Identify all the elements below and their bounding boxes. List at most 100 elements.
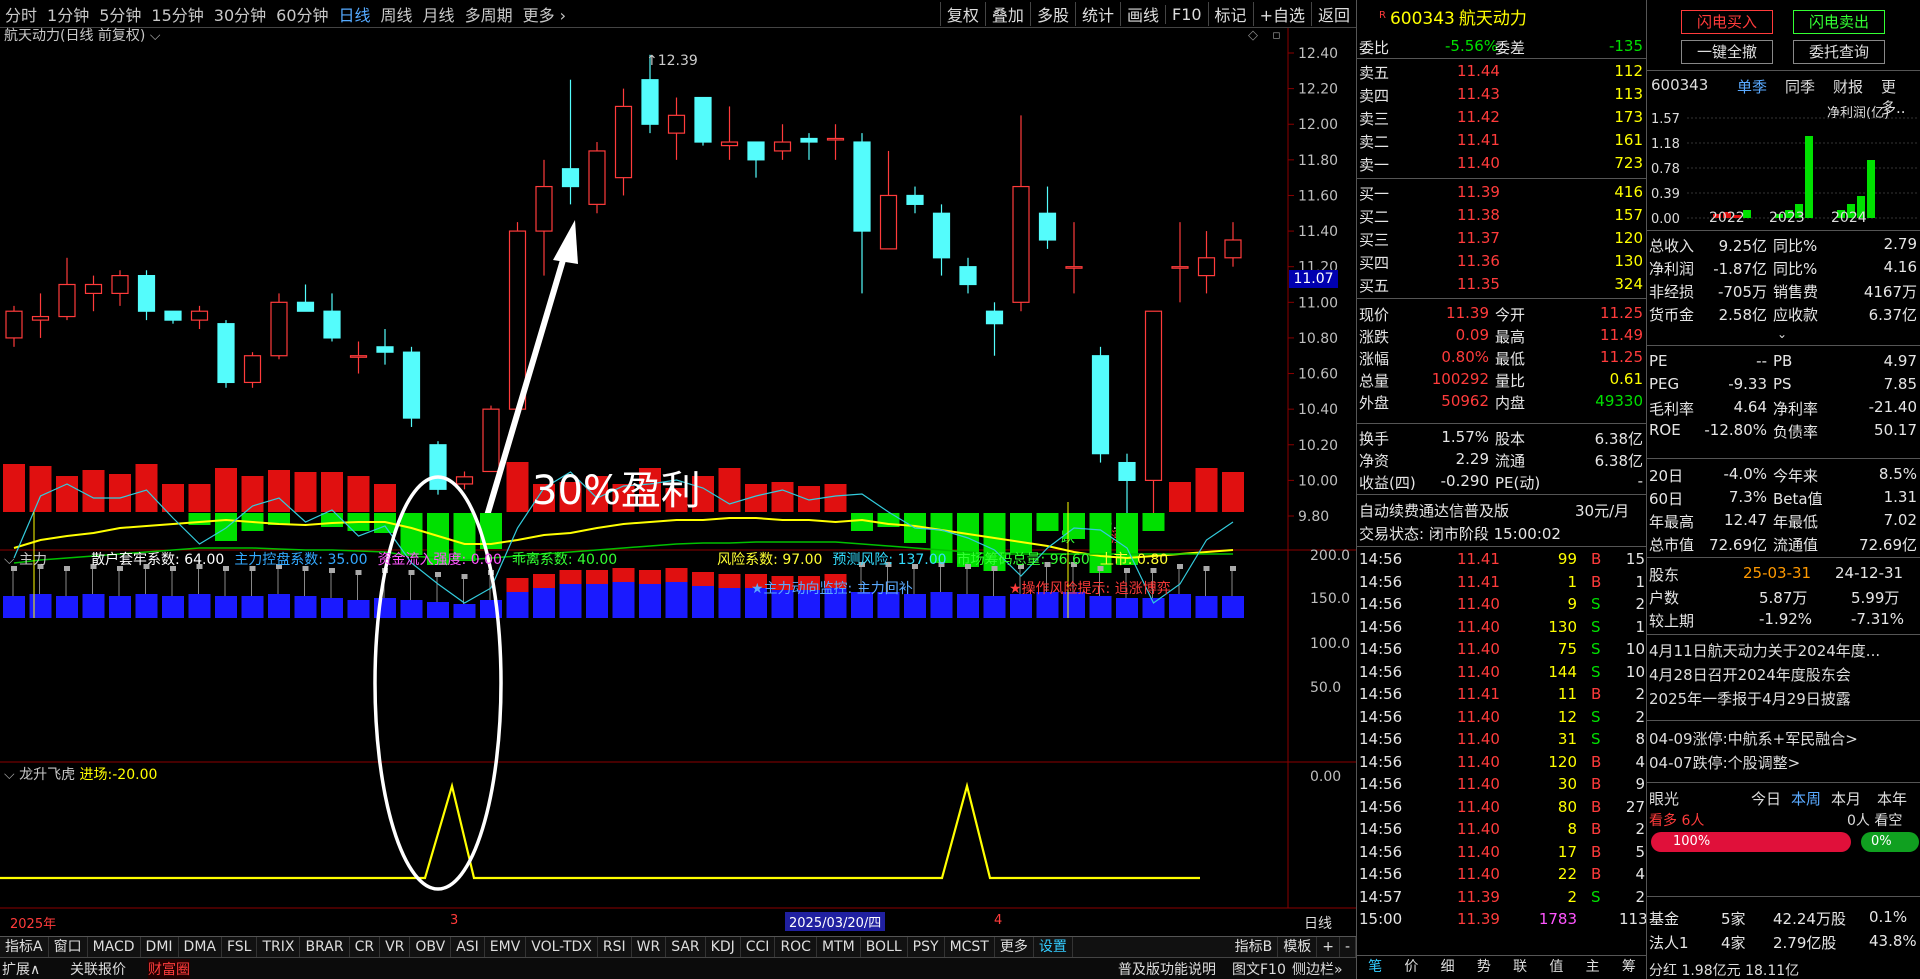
tool-button-2[interactable]: 多股 (1029, 2, 1075, 26)
ind1-volume-bar (188, 594, 211, 618)
cancel-all-button[interactable]: 一键全撤 (1681, 40, 1773, 64)
stat-row-0-bv: 11.25 (1600, 304, 1643, 322)
news-item-2[interactable]: 2025年一季报于4月29日披露 (1649, 688, 1851, 709)
indicator-tab-4[interactable]: DMA (179, 937, 222, 958)
period-tab-0[interactable]: 分时 (0, 2, 42, 26)
fin-row3-0-b: 今年来 (1773, 467, 1819, 485)
period-tab-1[interactable]: 1分钟 (42, 2, 94, 26)
period-tab-2[interactable]: 5分钟 (94, 2, 146, 26)
bottom-link-0[interactable]: 扩展∧ (2, 959, 40, 979)
stat-row-4-b: 内盘 (1495, 394, 1526, 412)
indicator-tab-13[interactable]: VOL-TDX (526, 937, 598, 958)
news-item-0[interactable]: 4月11日航天动力关于2024年度... (1649, 640, 1880, 661)
chevron-down-icon[interactable]: ⌵ (4, 552, 19, 568)
indicator-tab-6[interactable]: TRIX (257, 937, 301, 958)
bottom-right-0[interactable]: 普及版功能说明 (1118, 959, 1216, 979)
bottom-right-2[interactable]: 侧边栏» (1292, 959, 1343, 979)
flash-buy-button[interactable]: 闪电买入 (1681, 10, 1773, 34)
period-tab-10[interactable]: 更多 › (518, 2, 572, 26)
indicator-tab-9[interactable]: VR (380, 937, 411, 958)
fin-tab-1[interactable]: 同季 (1785, 76, 1815, 97)
indicator-tab-0[interactable]: 指标A (0, 937, 49, 958)
indicator-tab-7[interactable]: BRAR (300, 937, 350, 958)
period-tab-5[interactable]: 60分钟 (271, 2, 333, 26)
tick-row-8-bs: S (1591, 730, 1601, 748)
eye-tab-3[interactable]: 本年 (1877, 788, 1907, 809)
fin-code: 600343 (1651, 76, 1709, 94)
tool-button-1[interactable]: 叠加 (984, 2, 1030, 26)
indicator-tab-19[interactable]: ROC (775, 937, 817, 958)
ind1-volume-bar (294, 596, 317, 618)
indicator-tab-2[interactable]: MACD (88, 937, 141, 958)
stat-row-3: 总量 100292 量比 0.61 (1357, 368, 1647, 390)
indicator-tab-20[interactable]: MTM (817, 937, 861, 958)
quote-tab-5[interactable]: 值 (1538, 956, 1574, 979)
quote-tab-0[interactable]: 笔 (1357, 956, 1393, 979)
indicator-tab-25[interactable]: 设置 (1034, 937, 1073, 958)
indicator-right-0[interactable]: 指标B (1230, 937, 1279, 958)
period-tab-7[interactable]: 周线 (376, 2, 418, 26)
indicator-right-1[interactable]: 模板 (1278, 937, 1318, 958)
bottom-right-1[interactable]: 图文F10 (1232, 959, 1286, 979)
tool-button-4[interactable]: 画线 (1119, 2, 1165, 26)
fin-tab-0[interactable]: 单季 (1737, 76, 1767, 97)
flash-sell-button[interactable]: 闪电卖出 (1793, 10, 1885, 34)
panel-expand-icon[interactable]: ▫ (1272, 28, 1281, 43)
bottom-link-2[interactable]: 财富圈 (148, 959, 190, 979)
tool-button-7[interactable]: +自选 (1252, 2, 1311, 26)
tool-button-5[interactable]: F10 (1164, 4, 1208, 24)
eye-tab-0[interactable]: 今日 (1751, 788, 1781, 809)
indicator-tab-24[interactable]: 更多 (995, 937, 1034, 958)
order-query-button[interactable]: 委托查询 (1793, 40, 1885, 64)
time-period[interactable]: 日线 (1304, 913, 1332, 933)
indicator-tab-23[interactable]: MCST (945, 937, 995, 958)
indicator-tab-10[interactable]: OBV (410, 937, 452, 958)
indicator-tab-22[interactable]: PSY (908, 937, 945, 958)
eye-tab-2[interactable]: 本月 (1831, 788, 1861, 809)
indicator-tab-8[interactable]: CR (350, 937, 381, 958)
quote-tab-4[interactable]: 联 (1502, 956, 1538, 979)
indicator-tab-16[interactable]: SAR (666, 937, 706, 958)
fin-tab-2[interactable]: 财报 (1833, 76, 1863, 97)
quote-tab-2[interactable]: 细 (1430, 956, 1466, 979)
fund-b: 5家 (1721, 910, 1746, 928)
quote-tab-6[interactable]: 主 (1575, 956, 1611, 979)
indicator-tab-5[interactable]: FSL (222, 937, 258, 958)
stat-row-4-bv: 49330 (1595, 392, 1643, 410)
indicator-tab-18[interactable]: CCI (741, 937, 776, 958)
indicator-tab-17[interactable]: KDJ (706, 937, 741, 958)
expand-down-icon[interactable]: ⌄ (1777, 327, 1787, 341)
tool-button-3[interactable]: 统计 (1074, 2, 1120, 26)
indicator-tab-1[interactable]: 窗口 (49, 937, 88, 958)
eye-tab-1[interactable]: 本周 (1791, 788, 1821, 809)
indicator-right-2[interactable]: + (1317, 937, 1340, 958)
tool-button-0[interactable]: 复权 (939, 2, 985, 26)
news-item-1[interactable]: 4月28日召开2024年度股东会 (1649, 664, 1851, 685)
indicator-tab-3[interactable]: DMI (141, 937, 179, 958)
diamond-icon[interactable]: ◇ (1248, 28, 1258, 43)
news2-item-1[interactable]: 04-07跌停:个股调整> (1649, 752, 1800, 773)
indicator-tab-11[interactable]: ASI (451, 937, 485, 958)
period-tab-6[interactable]: 日线 (334, 2, 376, 26)
candle-body (243, 355, 262, 384)
promo-row[interactable]: 自动续费通达信普及版 30元/月 (1357, 498, 1647, 520)
news2-item-0[interactable]: 04-09涨停:中航系+军民融合> (1649, 728, 1858, 749)
fin-row-1-b: 同比% (1773, 260, 1818, 278)
period-tab-9[interactable]: 多周期 (460, 2, 518, 26)
chevron-down-icon[interactable]: ⌵ (150, 28, 161, 44)
quote-tab-7[interactable]: 筹 (1611, 956, 1647, 979)
quote-tab-3[interactable]: 势 (1466, 956, 1502, 979)
indicator-tab-21[interactable]: BOLL (861, 937, 908, 958)
period-tab-3[interactable]: 15分钟 (146, 2, 208, 26)
tool-button-8[interactable]: 返回 (1310, 2, 1356, 26)
bottom-link-1[interactable]: 关联报价 (70, 959, 126, 979)
period-tab-4[interactable]: 30分钟 (209, 2, 271, 26)
indicator-tab-15[interactable]: WR (632, 937, 667, 958)
indicator-tab-14[interactable]: RSI (598, 937, 632, 958)
period-tab-8[interactable]: 月线 (418, 2, 460, 26)
indicator2-name: 龙升飞虎 (19, 767, 76, 783)
quote-tab-1[interactable]: 价 (1393, 956, 1429, 979)
indicator-tab-12[interactable]: EMV (485, 937, 527, 958)
tool-button-6[interactable]: 标记 (1207, 2, 1253, 26)
indicator-right-3[interactable]: - (1340, 937, 1356, 958)
